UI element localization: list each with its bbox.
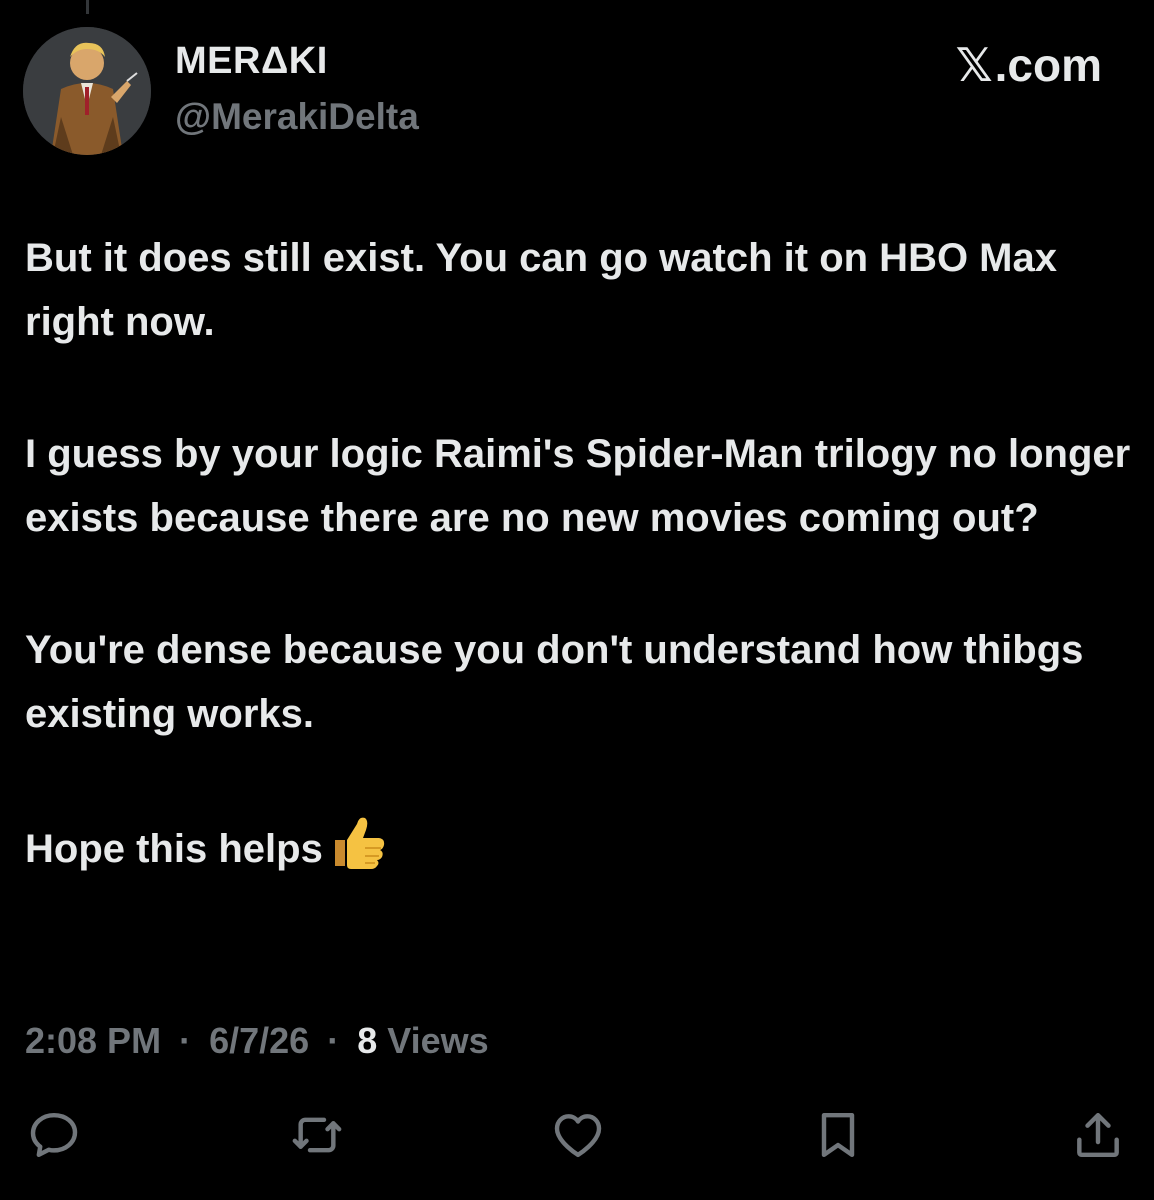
bookmark-button[interactable] bbox=[808, 1105, 868, 1165]
avatar-illustration bbox=[23, 27, 151, 155]
tweet-paragraph: You're dense because you don't understan… bbox=[25, 628, 1084, 736]
tweet-paragraph-last: Hope this helps bbox=[25, 814, 1135, 889]
views-count[interactable]: 8 bbox=[357, 1020, 377, 1061]
thread-connector-line bbox=[86, 0, 89, 14]
tweet-text: But it does still exist. You can go watc… bbox=[25, 226, 1135, 889]
bookmark-icon bbox=[821, 1112, 855, 1158]
thumbs-up-icon bbox=[329, 814, 387, 889]
like-button[interactable] bbox=[548, 1105, 608, 1165]
reply-button[interactable] bbox=[24, 1105, 84, 1165]
brand-watermark: 𝕏 .com bbox=[956, 38, 1102, 92]
retweet-button[interactable] bbox=[287, 1105, 347, 1165]
tweet-time[interactable]: 2:08 PM bbox=[25, 1020, 161, 1061]
tweet-date[interactable]: 6/7/26 bbox=[209, 1020, 309, 1061]
share-icon bbox=[1077, 1112, 1119, 1158]
meta-separator: · bbox=[327, 1020, 340, 1061]
share-button[interactable] bbox=[1068, 1105, 1128, 1165]
avatar[interactable] bbox=[23, 27, 151, 155]
retweet-icon bbox=[292, 1117, 342, 1153]
brand-text: .com bbox=[994, 39, 1102, 91]
tweet-paragraph: I guess by your logic Raimi's Spider-Man… bbox=[25, 432, 1131, 540]
action-bar bbox=[0, 1105, 1154, 1165]
x-logo-icon: 𝕏 bbox=[955, 38, 993, 92]
user-handle[interactable]: @MerakiDelta bbox=[175, 96, 419, 138]
reply-icon bbox=[30, 1112, 78, 1158]
display-name[interactable]: MERΔKI bbox=[175, 40, 328, 83]
like-icon bbox=[554, 1114, 602, 1158]
meta-separator: · bbox=[179, 1020, 192, 1061]
views-label[interactable]: Views bbox=[387, 1020, 488, 1061]
tweet-paragraph: But it does still exist. You can go watc… bbox=[25, 236, 1057, 344]
tweet-paragraph-text: Hope this helps bbox=[25, 827, 323, 871]
tweet-meta: 2:08 PM · 6/7/26 · 8 Views bbox=[25, 1020, 489, 1062]
